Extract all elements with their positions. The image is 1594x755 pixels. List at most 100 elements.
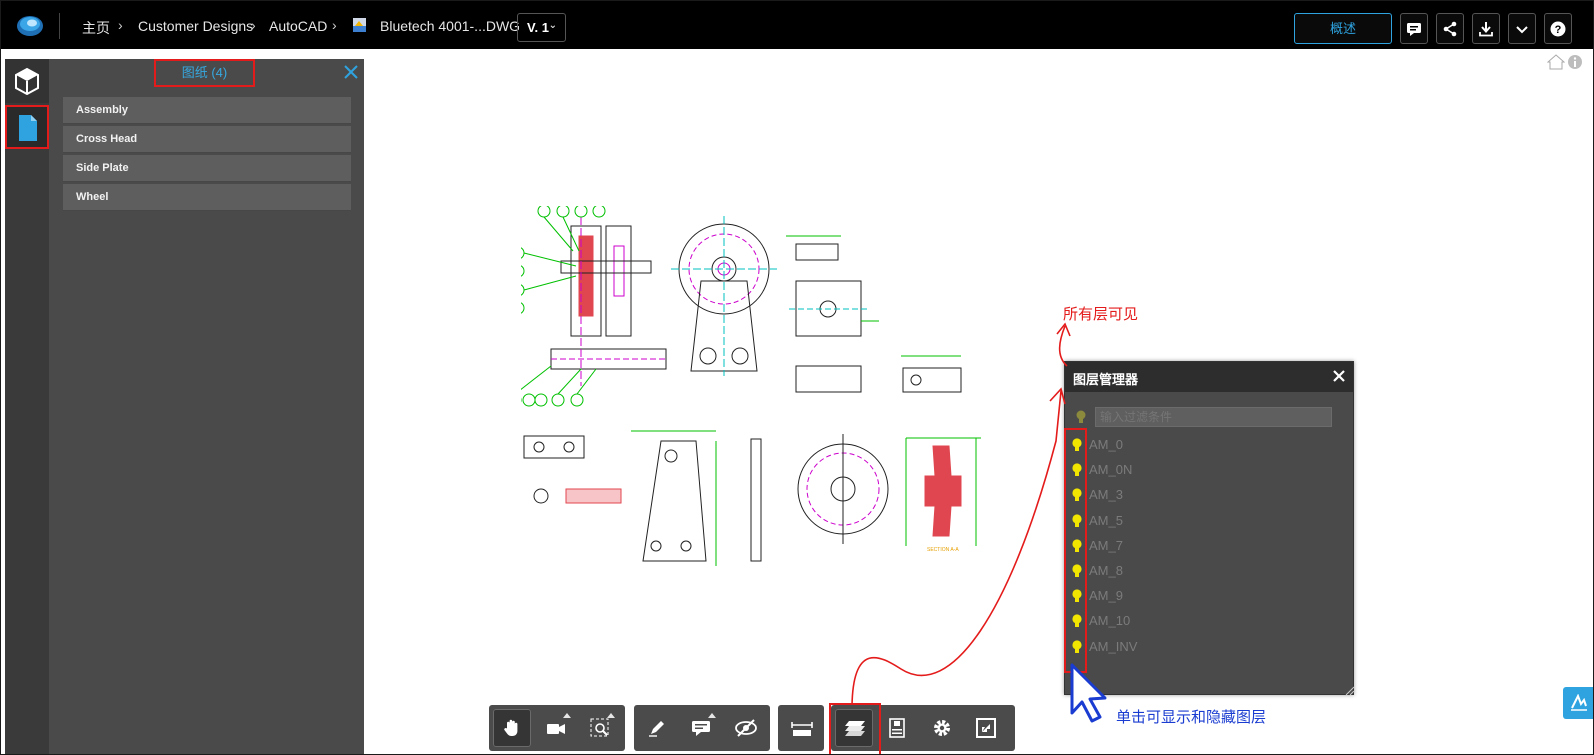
breadcrumb-item[interactable]: Customer Designs (138, 18, 253, 34)
layer-name: AM_5 (1089, 512, 1123, 528)
annotation-all-visible: 所有层可见 (1063, 306, 1139, 323)
layer-name: AM_7 (1089, 537, 1123, 553)
layer-name: AM_0 (1089, 437, 1123, 452)
zoom-window-tool[interactable] (581, 709, 619, 747)
help-icon: ? (1550, 21, 1566, 37)
cross-head-views (786, 235, 962, 393)
submenu-indicator (563, 713, 571, 718)
sheet-item-assembly[interactable]: Assembly (63, 97, 351, 124)
dwg-file-icon (353, 18, 366, 32)
app-logo[interactable] (15, 11, 45, 39)
breadcrumb-item[interactable]: AutoCAD (269, 18, 327, 34)
layer-row[interactable]: AM_7 (1071, 536, 1331, 558)
breadcrumb-separator: › (332, 17, 337, 33)
info-icon[interactable] (1567, 54, 1583, 70)
version-dropdown[interactable]: V. 1 ⌄ (517, 13, 566, 42)
fullscreen-tool[interactable] (967, 709, 1005, 747)
hide-tool[interactable] (726, 709, 764, 747)
divider (59, 13, 60, 39)
comment-icon (1407, 23, 1421, 36)
layer-name: AM_3 (1089, 487, 1123, 503)
top-bar: 主页 › Customer Designs › AutoCAD › Bluete… (1, 1, 1593, 49)
home-icon[interactable] (1547, 54, 1565, 70)
measure-icon (791, 722, 813, 736)
help-button[interactable]: ? (1544, 13, 1572, 44)
annotation-click-toggle: 单击可显示和隐藏图层 (1116, 709, 1267, 726)
layer-row[interactable]: AM_0 (1071, 435, 1331, 457)
breadcrumb-file[interactable]: Bluetech 4001-...DWG (380, 18, 520, 34)
wheel-bracket-view (671, 216, 777, 376)
markup-tool[interactable] (638, 709, 676, 747)
zoom-window-icon (590, 718, 609, 737)
camera-icon (547, 724, 565, 734)
layer-name: AM_0N (1089, 462, 1133, 478)
sheet-icon (19, 115, 37, 141)
pan-icon (504, 719, 518, 736)
cube-icon (15, 67, 39, 95)
viewer-window: 主页 › Customer Designs › AutoCAD › Bluete… (0, 0, 1594, 755)
wheel-section-views (797, 434, 981, 546)
sheet-item-cross-head[interactable]: Cross Head (63, 126, 351, 153)
download-icon (1479, 22, 1493, 37)
breadcrumb-separator: › (118, 17, 123, 33)
comment-button[interactable] (1400, 13, 1428, 44)
cad-drawing: SECTION A-A (521, 206, 981, 566)
submenu-indicator (708, 713, 716, 718)
share-icon (1443, 21, 1457, 37)
close-icon[interactable] (1333, 370, 1345, 382)
breadcrumb-separator: › (251, 17, 256, 33)
layer-row[interactable]: AM_5 (1071, 511, 1331, 533)
assembly-view (550, 206, 667, 386)
version-label: V. 1 (527, 20, 549, 35)
sheet-item-wheel[interactable]: Wheel (63, 184, 351, 211)
bulb-icon (1076, 410, 1086, 423)
more-button[interactable] (1508, 13, 1536, 44)
model-browser-tab[interactable] (5, 59, 49, 103)
markup-tools (634, 705, 770, 751)
hide-icon (735, 719, 757, 737)
section-label: SECTION A-A (927, 547, 959, 553)
chevron-down-icon (1516, 26, 1528, 34)
layer-row[interactable]: AM_INV (1071, 637, 1331, 659)
layer-row[interactable]: AM_8 (1071, 561, 1331, 583)
measure-tools (778, 705, 824, 751)
fullscreen-icon (976, 718, 996, 738)
markup-pen-icon (649, 721, 664, 737)
chevron-down-icon: ⌄ (548, 20, 557, 31)
resize-handle-icon[interactable] (1345, 686, 1355, 696)
submenu-indicator (607, 713, 615, 718)
measure-tool[interactable] (782, 709, 820, 747)
svg-text:?: ? (1555, 24, 1562, 36)
layer-name: AM_9 (1089, 588, 1123, 604)
sheets-tab[interactable] (5, 105, 49, 149)
properties-icon (889, 718, 905, 738)
layer-name: AM_10 (1089, 613, 1131, 629)
side-plate-views (523, 430, 762, 566)
download-button[interactable] (1472, 13, 1500, 44)
layer-manager-panel: 图层管理器 AM_0 AM_0N AM_3 AM_5 AM_7 AM_8 AM_9 AM_10… (1064, 361, 1355, 696)
layer-name: AM_INV (1089, 638, 1138, 654)
settings-icon (934, 720, 950, 736)
layer-row[interactable]: AM_3 (1071, 485, 1331, 507)
settings-tool[interactable] (923, 709, 961, 747)
pan-tool[interactable] (493, 709, 531, 747)
breadcrumb-home[interactable]: 主页 (82, 18, 110, 38)
layer-row[interactable]: AM_0N (1071, 460, 1331, 482)
left-rail (5, 59, 49, 754)
sheet-item-side-plate[interactable]: Side Plate (63, 155, 351, 182)
share-button[interactable] (1436, 13, 1464, 44)
layer-row[interactable]: AM_10 (1071, 611, 1331, 633)
camera-tool[interactable] (537, 709, 575, 747)
layer-filter-input[interactable] (1095, 407, 1332, 427)
bulbs-highlight-box (1064, 428, 1087, 673)
overview-button[interactable]: 概述 (1294, 13, 1392, 44)
comment-tool[interactable] (682, 709, 720, 747)
layer-manager-title: 图层管理器 (1065, 362, 1353, 392)
close-icon[interactable] (343, 64, 359, 80)
comment-icon (692, 721, 710, 736)
properties-tool[interactable] (879, 709, 917, 747)
side-panel-tab[interactable] (1563, 687, 1593, 719)
signature-icon (1571, 694, 1587, 711)
layer-row[interactable]: AM_9 (1071, 586, 1331, 608)
layer-name: AM_8 (1089, 563, 1123, 578)
